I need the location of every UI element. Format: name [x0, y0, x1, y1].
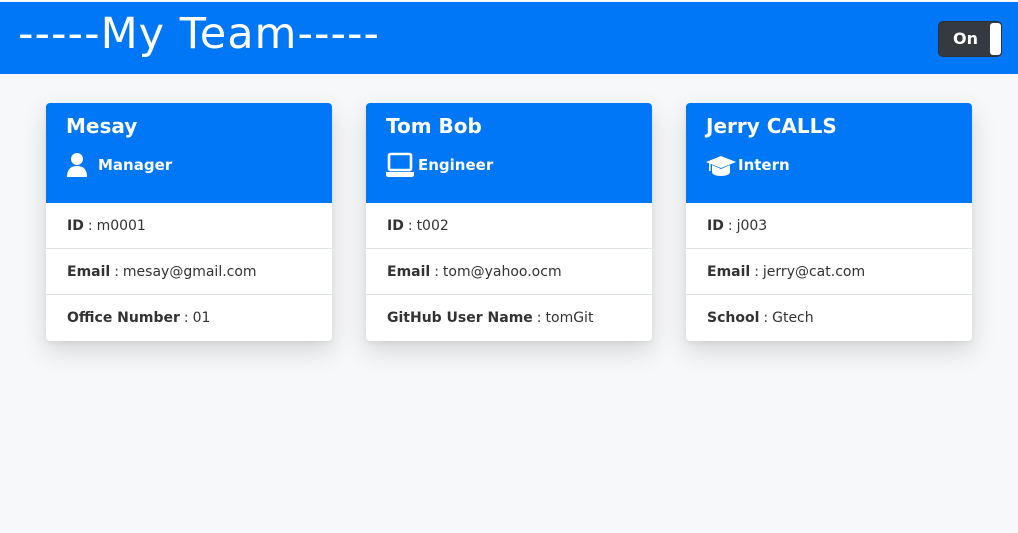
field-label: Email: [67, 263, 111, 280]
field-value: m0001: [96, 217, 146, 234]
github-link[interactable]: tomGit: [546, 310, 594, 326]
list-item-email: Email: jerry@cat.com: [686, 249, 972, 295]
user-icon: [67, 153, 87, 177]
field-value: j003: [736, 217, 768, 234]
card-header: Tom Bob Engineer: [366, 103, 652, 203]
field-label: ID: [387, 217, 404, 234]
employee-name: Jerry CALLS: [706, 114, 837, 138]
list-item-email: Email: mesay@gmail.com: [46, 249, 332, 295]
list-item-github: GitHub User Name: tomGit: [387, 310, 594, 326]
email-link[interactable]: mesay@gmail.com: [123, 264, 257, 280]
field-value: t002: [416, 217, 449, 234]
role-label: Manager: [98, 156, 173, 174]
top-navbar: -----My Team----- On: [0, 2, 1018, 74]
employee-card-engineer: Tom Bob Engineer ID: t002 Email: tom@yahoo…: [366, 103, 652, 341]
employee-role: Engineer: [386, 151, 493, 179]
list-item-id: ID: t002: [366, 203, 652, 249]
employee-role: Manager: [66, 151, 172, 179]
employee-name: Mesay: [66, 114, 138, 138]
field-label: GitHub User Name: [387, 310, 533, 326]
field-label: ID: [707, 217, 724, 234]
list-item-office-number: Office Number:01: [67, 310, 211, 326]
toggle-knob[interactable]: [990, 23, 1001, 55]
list-item-school: School: Gtech: [707, 310, 814, 326]
employee-details-list: ID: m0001 Email: mesay@gmail.com Office Nu…: [46, 203, 332, 341]
field-label: School: [707, 310, 760, 326]
field-label: Email: [387, 263, 431, 280]
field-label: ID: [67, 217, 84, 234]
card-header: Mesay Manager: [46, 103, 332, 203]
list-item-id: ID: j003: [686, 203, 972, 249]
role-label: Intern: [738, 156, 790, 174]
employee-details-list: ID: t002 Email: tom@yahoo.ocm GitHub User …: [366, 203, 652, 341]
field-label: Office Number: [67, 310, 180, 326]
graduation-cap-icon: [706, 156, 736, 176]
role-label: Engineer: [418, 156, 494, 174]
list-item-email: Email: tom@yahoo.ocm: [366, 249, 652, 295]
list-item-id: ID: m0001: [46, 203, 332, 249]
employee-card-manager: Mesay Manager ID: m0001 Email: mesay@gmail…: [46, 103, 332, 341]
field-value: Gtech: [772, 310, 814, 326]
laptop-icon: [386, 152, 414, 177]
employee-name: Tom Bob: [386, 114, 482, 138]
theme-toggle-button[interactable]: On: [938, 21, 1002, 57]
toggle-label: On: [953, 29, 978, 48]
employee-role: Intern: [706, 151, 790, 179]
email-link[interactable]: tom@yahoo.ocm: [443, 264, 562, 280]
email-link[interactable]: jerry@cat.com: [763, 264, 865, 280]
field-value: 01: [192, 310, 211, 326]
card-header: Jerry CALLS Intern: [686, 103, 972, 203]
page-title: -----My Team-----: [18, 9, 381, 59]
field-label: Email: [707, 263, 751, 280]
employee-card-intern: Jerry CALLS Intern ID: j003 Email: jerry@c…: [686, 103, 972, 341]
employee-details-list: ID: j003 Email: jerry@cat.com School: Gtech: [686, 203, 972, 341]
